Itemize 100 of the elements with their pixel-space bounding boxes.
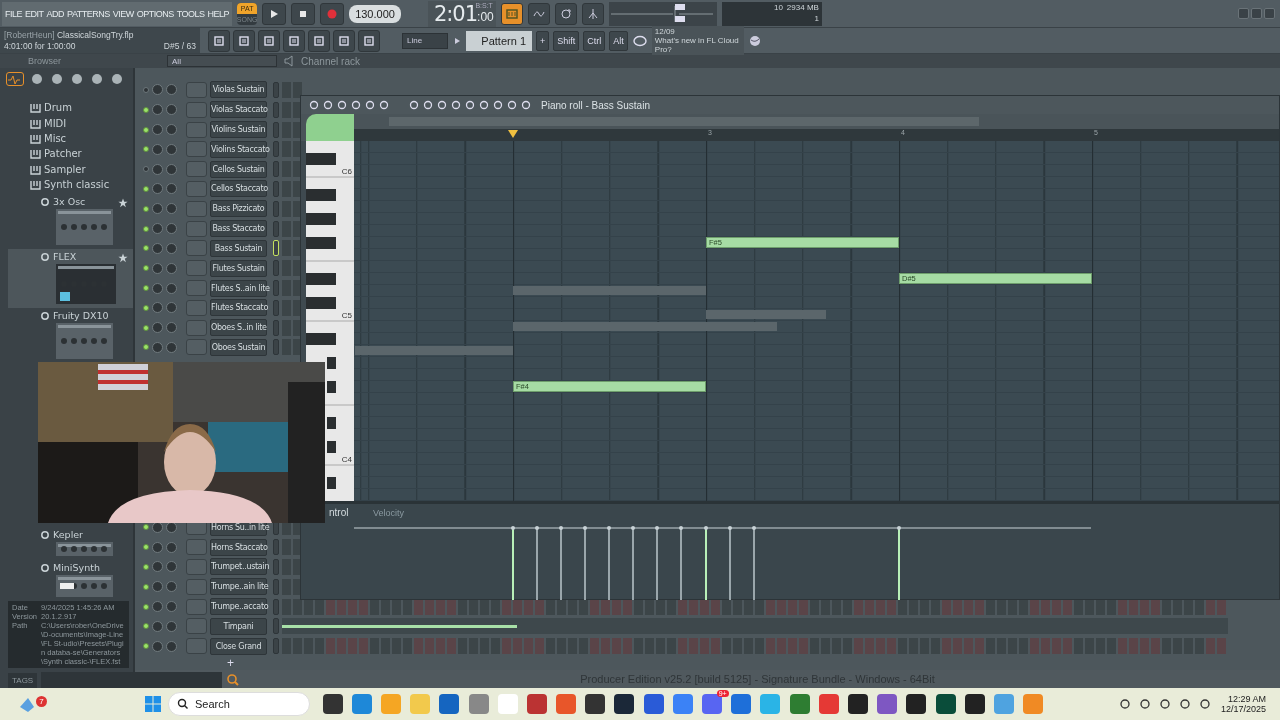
menu-item[interactable]: HELP xyxy=(207,8,230,19)
app-icon[interactable] xyxy=(964,694,985,714)
tempo-field[interactable]: 130.000 xyxy=(349,4,401,23)
channel-led[interactable] xyxy=(143,324,149,331)
menu-item[interactable]: ADD xyxy=(46,8,65,19)
channel-button[interactable]: Oboes Sustain xyxy=(210,338,267,356)
plugin-entry[interactable]: 3x Osc xyxy=(8,194,133,250)
plugin-entry[interactable]: Kepler xyxy=(8,527,133,561)
toolbar-button[interactable] xyxy=(258,29,280,52)
toolbar-button[interactable] xyxy=(308,29,330,52)
tree-folder[interactable]: Synth classic xyxy=(30,176,133,193)
channel-button[interactable]: Violins Sustain xyxy=(210,121,267,139)
event-editor[interactable]: ntrol Velocity xyxy=(301,501,1279,599)
modifier-key[interactable]: Ctrl xyxy=(583,30,606,51)
channel-button[interactable]: Oboes S..in lite xyxy=(210,319,267,337)
modifier-key[interactable]: Alt xyxy=(609,30,628,51)
search-field[interactable]: Search xyxy=(168,692,310,716)
channel-led[interactable] xyxy=(143,643,149,650)
app-icon[interactable] xyxy=(935,694,956,714)
app-icon[interactable] xyxy=(906,694,927,714)
app-icon[interactable] xyxy=(847,694,868,714)
tree-folder[interactable]: Patcher xyxy=(30,146,133,162)
menu-item[interactable]: TOOLS xyxy=(176,8,205,19)
minimize-button[interactable] xyxy=(1238,8,1249,19)
channel-led[interactable] xyxy=(143,185,149,192)
channel-led[interactable] xyxy=(143,583,149,590)
channel-led[interactable] xyxy=(143,166,149,173)
channel-led[interactable] xyxy=(143,524,149,531)
toolbar-button[interactable] xyxy=(208,29,230,52)
toolbar-button[interactable] xyxy=(283,29,305,52)
stop-button[interactable] xyxy=(291,2,316,25)
plugin-entry[interactable]: Fruity DX10 xyxy=(8,308,133,364)
loop-button[interactable] xyxy=(554,2,577,25)
tuning-button[interactable] xyxy=(581,2,604,25)
count-button[interactable] xyxy=(527,2,550,25)
channel-led[interactable] xyxy=(143,106,149,113)
tags-field[interactable] xyxy=(41,672,223,689)
toolbar-button[interactable] xyxy=(333,29,355,52)
plugin-entry[interactable]: FLEX xyxy=(8,249,133,309)
channel-led[interactable] xyxy=(143,623,149,630)
add-channel-button[interactable]: + xyxy=(227,656,234,671)
toolbar-button[interactable] xyxy=(233,29,255,52)
speech-bubble-icon[interactable] xyxy=(631,33,648,48)
channel-button[interactable]: Flutes Sustain xyxy=(210,259,267,277)
tree-folder[interactable]: MIDI xyxy=(30,115,133,131)
windows-icon[interactable] xyxy=(144,695,162,713)
channel-led[interactable] xyxy=(143,86,149,93)
tree-folder[interactable]: Drum xyxy=(30,100,133,116)
channel-led[interactable] xyxy=(143,563,149,570)
channel-button[interactable]: Trumpet..ustain xyxy=(210,558,267,576)
channel-button[interactable]: Bass Pizzicato xyxy=(210,200,267,218)
menu-item[interactable]: FILE xyxy=(5,8,22,19)
channel-button[interactable]: Cellos Sustain xyxy=(210,160,267,178)
channel-button[interactable]: Trumpe..ain lite xyxy=(210,578,267,596)
channel-led[interactable] xyxy=(143,603,149,610)
close-button[interactable] xyxy=(1264,8,1275,19)
menu-item[interactable]: VIEW xyxy=(112,8,134,19)
channel-led[interactable] xyxy=(143,265,149,272)
channel-button[interactable]: Horns Staccato xyxy=(210,538,267,556)
channel-led[interactable] xyxy=(143,344,149,351)
channel-button[interactable]: Violas Sustain xyxy=(210,81,267,99)
graph-lane[interactable] xyxy=(282,618,1228,635)
app-icon[interactable] xyxy=(614,694,635,714)
channel-button[interactable]: Violas Staccato xyxy=(210,101,267,119)
channel-led[interactable] xyxy=(143,544,149,551)
modifier-key[interactable]: Shift xyxy=(553,30,580,51)
browser-tab[interactable] xyxy=(6,72,24,86)
channel-button[interactable]: Close Grand xyxy=(210,637,267,655)
restore-button[interactable] xyxy=(1251,8,1262,19)
channel-button[interactable]: Bass Sustain xyxy=(210,239,267,257)
channel-led[interactable] xyxy=(143,146,149,153)
menu-item[interactable]: OPTIONS xyxy=(136,8,174,19)
toolbar-button[interactable] xyxy=(358,29,380,52)
channel-led[interactable] xyxy=(143,304,149,311)
play-button[interactable] xyxy=(262,2,287,25)
pattern-selector[interactable]: Pattern 1 xyxy=(466,30,532,51)
metronome-button[interactable] xyxy=(500,2,523,25)
snap-dropdown[interactable]: Line xyxy=(402,32,448,49)
search-icon[interactable] xyxy=(226,673,241,688)
app-icon[interactable] xyxy=(585,694,606,714)
channel-button[interactable]: Cellos Staccato xyxy=(210,180,267,198)
channel-button[interactable]: Timpani xyxy=(210,617,267,635)
channel-led[interactable] xyxy=(143,245,149,252)
add-pattern-button[interactable]: + xyxy=(536,30,550,51)
channel-led[interactable] xyxy=(143,225,149,232)
channel-led[interactable] xyxy=(143,285,149,292)
tree-folder[interactable]: Misc xyxy=(30,130,133,147)
playhead-icon[interactable] xyxy=(508,130,518,139)
filter-dropdown[interactable]: All xyxy=(167,55,277,67)
plugin-entry[interactable]: MiniSynth xyxy=(8,560,133,602)
app-icon[interactable] xyxy=(322,694,343,714)
channel-led[interactable] xyxy=(143,205,149,212)
channel-button[interactable]: Flutes Staccato xyxy=(210,299,267,317)
menu-item[interactable]: EDIT xyxy=(25,8,44,19)
channel-button[interactable]: Bass Staccato xyxy=(210,220,267,238)
channel-led[interactable] xyxy=(143,126,149,133)
news-panel[interactable]: 12/09 What's new in FL Cloud Pro? xyxy=(651,26,744,55)
tree-folder[interactable]: Sampler xyxy=(30,161,133,177)
menu-item[interactable]: PATTERNS xyxy=(67,8,110,19)
channel-button[interactable]: Trumpe..accato xyxy=(210,598,267,616)
